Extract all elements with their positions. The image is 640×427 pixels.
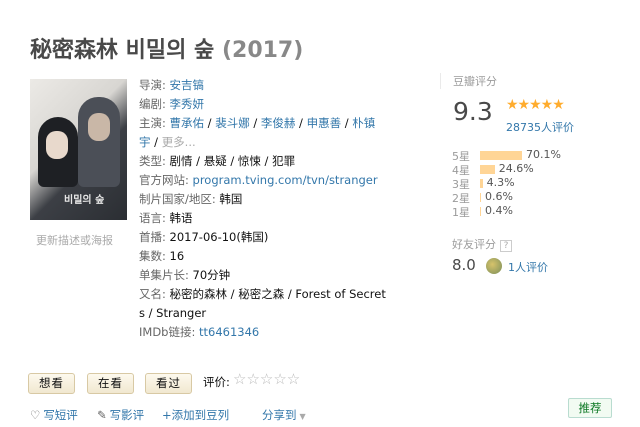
- distribution-row: 5星 70.1%: [452, 148, 632, 163]
- watching-button[interactable]: 在看: [87, 373, 134, 394]
- avatar[interactable]: [486, 258, 502, 274]
- poster-face: [46, 131, 68, 159]
- country-row: 制片国家/地区: 韩国: [139, 190, 384, 209]
- director-row: 导演: 安吉镐: [139, 76, 384, 95]
- distribution-row: 2星 0.6%: [452, 190, 632, 205]
- language-value: 韩语: [169, 211, 193, 225]
- friend-rating-title: 好友评分?: [452, 236, 512, 252]
- cast-link[interactable]: 申惠善: [307, 116, 342, 130]
- writer-row: 编剧: 李秀妍: [139, 95, 384, 114]
- write-short-review-link[interactable]: ♡ 写短评: [30, 407, 78, 423]
- write-review-link[interactable]: ✎ 写影评: [97, 407, 144, 423]
- director-label: 导演:: [139, 78, 166, 92]
- distribution-row: 1星 0.4%: [452, 204, 632, 219]
- info-panel: 导演: 安吉镐 编剧: 李秀妍 主演: 曹承佑 / 裴斗娜 / 李俊赫 / 申惠…: [139, 76, 386, 342]
- cast-more-link[interactable]: 更多...: [162, 135, 196, 149]
- short-review-label: 写短评: [43, 408, 78, 422]
- watched-button[interactable]: 看过: [145, 373, 192, 394]
- distribution-pct: 0.6%: [485, 190, 513, 203]
- add-to-list-link[interactable]: +添加到豆列: [162, 407, 229, 423]
- aka-row: 又名: 秘密的森林 / 秘密之森 / Forest of Secret: [139, 285, 386, 304]
- cast-row-cont: 宇 / 更多...: [139, 135, 196, 149]
- cast-link[interactable]: 裴斗娜: [215, 116, 250, 130]
- country-label: 制片国家/地区:: [139, 192, 216, 206]
- language-row: 语言: 韩语: [139, 209, 384, 228]
- title-name: 秘密森林 비밀의 숲: [30, 38, 215, 63]
- friend-score: 8.0: [452, 256, 476, 274]
- aka-value-cont: s / Stranger: [139, 306, 207, 320]
- aka-value: 秘密的森林 / 秘密之森 / Forest of Secret: [169, 287, 386, 301]
- update-description-link[interactable]: 更新描述或海报: [36, 232, 113, 248]
- genre-row: 类型: 剧情 / 悬疑 / 惊悚 / 犯罪: [139, 152, 384, 171]
- rating-count-link[interactable]: 28735人评价: [506, 119, 574, 135]
- distribution-bar: [480, 207, 481, 216]
- runtime-row: 单集片长: 70分钟: [139, 266, 384, 285]
- page-title: 秘密森林 비밀의 숲 (2017): [30, 32, 303, 64]
- distribution-bar: [480, 179, 483, 188]
- recommend-button[interactable]: 推荐: [568, 398, 612, 418]
- poster-caption: 비밀의 숲: [64, 195, 105, 206]
- poster-image[interactable]: 비밀의 숲: [30, 79, 127, 220]
- comment-icon: ♡: [30, 408, 41, 422]
- genre-label: 类型:: [139, 154, 166, 168]
- distribution-label: 1星: [452, 206, 470, 219]
- episodes-label: 集数:: [139, 249, 166, 263]
- cast-label: 主演:: [139, 116, 166, 130]
- help-icon[interactable]: ?: [500, 240, 512, 252]
- premiere-row: 首播: 2017-06-10(韩国): [139, 228, 384, 247]
- rating-score: 9.3: [453, 97, 493, 126]
- director-link[interactable]: 安吉镐: [170, 78, 205, 92]
- share-label: 分享到: [262, 408, 297, 422]
- cast-link[interactable]: 朴镇: [352, 116, 375, 130]
- imdb-label: IMDb链接:: [139, 325, 196, 339]
- poster-face: [88, 113, 110, 141]
- distribution-pct: 24.6%: [498, 162, 534, 175]
- country-value: 韩国: [219, 192, 243, 206]
- distribution-bar: [480, 193, 481, 202]
- cast-row: 主演: 曹承佑 / 裴斗娜 / 李俊赫 / 申惠善 / 朴镇: [139, 116, 376, 130]
- aka-label: 又名:: [139, 287, 166, 301]
- title-year: (2017): [221, 38, 304, 63]
- pencil-icon: ✎: [97, 408, 107, 422]
- poster-figure: [78, 97, 120, 187]
- friend-count-link[interactable]: 1人评价: [508, 259, 548, 275]
- rate-label: 评价:: [203, 375, 230, 389]
- distribution-bar: [480, 165, 495, 174]
- language-label: 语言:: [139, 211, 166, 225]
- distribution-bar: [480, 151, 523, 160]
- distribution-pct: 4.3%: [486, 176, 515, 189]
- share-dropdown[interactable]: 分享到 ▼: [262, 407, 306, 423]
- distribution-pct: 70.1%: [526, 148, 561, 161]
- site-row: 官方网站: program.tving.com/tvn/stranger: [139, 171, 384, 190]
- writer-link[interactable]: 李秀妍: [170, 97, 205, 111]
- imdb-row: IMDb链接: tt6461346: [139, 323, 384, 342]
- long-review-label: 写影评: [109, 408, 145, 422]
- runtime-value: 70分钟: [192, 268, 231, 282]
- rating-box: 豆瓣评分 9.3 ★★★★★ 28735人评价: [440, 73, 615, 134]
- want-to-watch-button[interactable]: 想看: [28, 373, 75, 394]
- genre-value: 剧情 / 悬疑 / 惊悚 / 犯罪: [169, 154, 296, 168]
- episodes-row: 集数: 16: [139, 247, 384, 266]
- aka-row-cont: s / Stranger: [139, 304, 384, 323]
- official-site-link[interactable]: program.tving.com/tvn/stranger: [193, 173, 378, 187]
- chevron-down-icon: ▼: [299, 412, 306, 421]
- imdb-link[interactable]: tt6461346: [199, 325, 259, 339]
- rating-title: 豆瓣评分: [453, 75, 497, 88]
- distribution-row: 4星 24.6%: [452, 162, 632, 177]
- distribution-row: 3星 4.3%: [452, 176, 632, 191]
- runtime-label: 单集片长:: [139, 268, 189, 282]
- rate-stars-input[interactable]: ☆☆☆☆☆: [233, 370, 300, 388]
- cast-link[interactable]: 宇: [139, 135, 151, 149]
- premiere-label: 首播:: [139, 230, 166, 244]
- cast-link[interactable]: 李俊赫: [261, 116, 296, 130]
- rating-stars-icon: ★★★★★: [506, 97, 565, 113]
- episodes-value: 16: [169, 249, 185, 263]
- friend-rating-label: 好友评分: [452, 238, 496, 251]
- site-label: 官方网站:: [139, 173, 189, 187]
- cast-link[interactable]: 曹承佑: [170, 116, 205, 130]
- writer-label: 编剧:: [139, 97, 166, 111]
- distribution-pct: 0.4%: [485, 204, 513, 217]
- premiere-value: 2017-06-10(韩国): [169, 230, 269, 244]
